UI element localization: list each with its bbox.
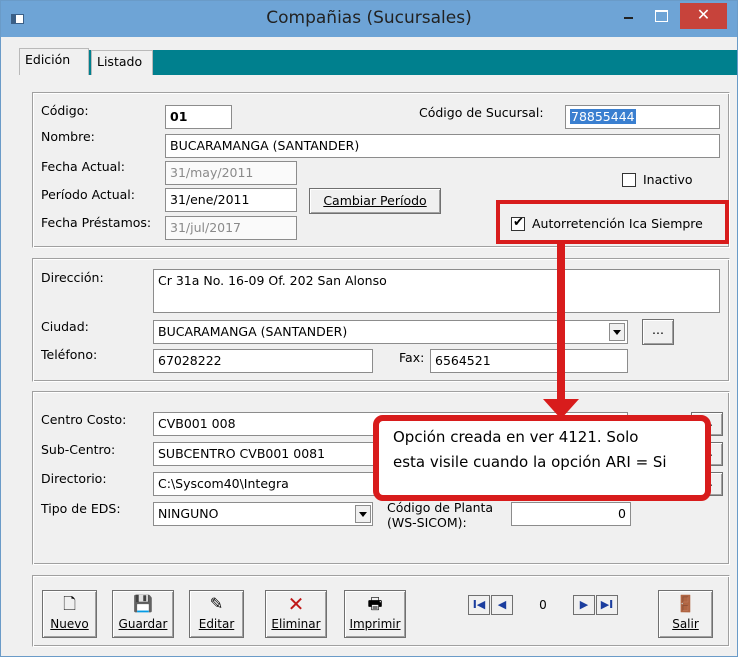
fax-label: Fax:	[399, 350, 425, 365]
callout-line-2: esta visile cuando la opción ARI = Si	[393, 453, 667, 471]
telefono-label: Teléfono:	[41, 347, 98, 362]
edit-icon: ✎	[209, 594, 224, 613]
callout-line-1: Opción creada en ver 4121. Solo	[393, 428, 639, 446]
printer-icon: 🖶	[367, 594, 383, 613]
periodo-actual-label: Período Actual:	[41, 187, 135, 202]
guardar-button[interactable]: 💾 Guardar	[112, 590, 174, 638]
tipo-eds-combo[interactable]: NINGUNO	[153, 502, 373, 526]
imprimir-button[interactable]: 🖶 Imprimir	[344, 590, 406, 638]
periodo-actual-field[interactable]: 31/ene/2011	[165, 188, 297, 212]
centro-costo-label: Centro Costo:	[41, 412, 127, 427]
codigo-sucursal-field[interactable]: 78855444	[565, 105, 720, 129]
eliminar-button[interactable]: ✕ Eliminar	[265, 590, 327, 638]
direccion-field[interactable]: Cr 31a No. 16-09 Of. 202 San Alonso	[153, 269, 720, 313]
close-button[interactable]: ✕	[680, 3, 727, 29]
nombre-field[interactable]: BUCARAMANGA (SANTANDER)	[165, 134, 720, 158]
arrow-shaft	[557, 242, 565, 402]
nombre-label: Nombre:	[41, 129, 95, 144]
fecha-actual-label: Fecha Actual:	[41, 159, 125, 174]
ciudad-label: Ciudad:	[41, 319, 89, 334]
delete-x-icon: ✕	[287, 592, 305, 616]
callout-note: Opción creada en ver 4121. Solo esta vis…	[373, 415, 711, 501]
highlight-box	[496, 200, 729, 244]
title-bar[interactable]: Compañias (Sucursales) ✕	[1, 1, 737, 37]
tab-edicion[interactable]: Edición	[19, 48, 89, 75]
nuevo-button[interactable]: 🗋 Nuevo	[42, 590, 97, 638]
fecha-actual-field: 31/may/2011	[165, 161, 297, 185]
fecha-prestamos-label: Fecha Préstamos:	[41, 215, 152, 230]
editar-button[interactable]: ✎ Editar	[189, 590, 244, 638]
fecha-prestamos-field: 31/jul/2017	[165, 216, 297, 240]
ciudad-lookup-button[interactable]: ...	[642, 319, 674, 345]
record-number: 0	[539, 598, 547, 612]
codigo-planta-field[interactable]: 0	[511, 502, 631, 526]
cambiar-periodo-button[interactable]: Cambiar Período	[309, 188, 441, 214]
minimize-button[interactable]	[615, 3, 641, 29]
tab-bar: Edición Listado	[19, 48, 737, 75]
codigo-label: Código:	[41, 103, 89, 118]
inactivo-checkbox[interactable]	[622, 173, 636, 187]
salir-button[interactable]: 🚪 Salir	[658, 590, 713, 638]
exit-door-icon: 🚪	[675, 594, 696, 613]
maximize-button[interactable]	[647, 3, 673, 29]
chevron-down-icon[interactable]	[609, 323, 625, 341]
codigo-sucursal-label: Código de Sucursal:	[419, 105, 544, 120]
new-document-icon: 🗋	[63, 594, 76, 613]
last-record-button[interactable]: ▶I	[596, 595, 618, 615]
first-record-button[interactable]: I◀	[468, 595, 490, 615]
codigo-field[interactable]: 01	[165, 105, 232, 129]
codigo-sucursal-value: 78855444	[570, 109, 636, 124]
direccion-label: Dirección:	[41, 270, 104, 285]
fax-field[interactable]: 6564521	[430, 349, 628, 373]
prev-record-button[interactable]: ◀	[491, 595, 513, 615]
floppy-disk-icon: 💾	[133, 594, 153, 613]
codigo-planta-label: Código de Planta (WS-SICOM):	[387, 500, 494, 530]
telefono-field[interactable]: 67028222	[153, 349, 373, 373]
inactivo-label: Inactivo	[643, 172, 693, 187]
sub-centro-label: Sub-Centro:	[41, 442, 116, 457]
tab-listado[interactable]: Listado	[91, 50, 153, 75]
close-icon: ✕	[696, 5, 711, 24]
window: Compañias (Sucursales) ✕ Edición Listado…	[0, 0, 738, 657]
tipo-eds-label: Tipo de EDS:	[41, 501, 121, 516]
chevron-down-icon[interactable]	[355, 505, 371, 523]
next-record-button[interactable]: ▶	[573, 595, 595, 615]
directorio-label: Directorio:	[41, 471, 107, 486]
